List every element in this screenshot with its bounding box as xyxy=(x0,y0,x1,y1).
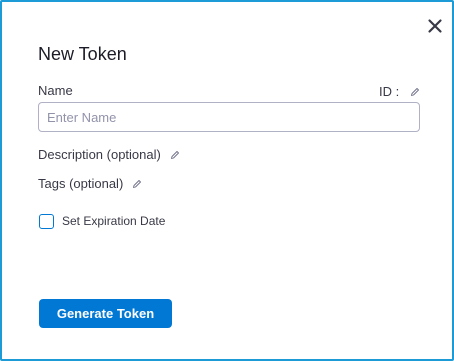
description-row: Description (optional) xyxy=(38,147,180,163)
description-label: Description (optional) xyxy=(38,147,161,162)
name-input[interactable] xyxy=(38,102,420,132)
edit-tags-pencil-icon[interactable] xyxy=(132,179,142,189)
tags-row: Tags (optional) xyxy=(38,176,142,192)
tags-label: Tags (optional) xyxy=(38,176,124,191)
expiration-label: Set Expiration Date xyxy=(62,214,166,228)
id-label: ID : xyxy=(379,84,400,99)
generate-token-button[interactable]: Generate Token xyxy=(39,299,172,328)
close-icon xyxy=(428,19,442,33)
new-token-dialog: New Token Name ID : Description (optiona… xyxy=(0,0,454,361)
dialog-title: New Token xyxy=(38,44,127,64)
name-label: Name xyxy=(38,83,73,98)
edit-description-pencil-icon[interactable] xyxy=(170,150,180,160)
expiration-checkbox[interactable] xyxy=(39,214,54,229)
set-expiration-option[interactable]: Set Expiration Date xyxy=(39,214,165,229)
edit-id-pencil-icon[interactable] xyxy=(410,87,420,97)
id-field: ID : xyxy=(379,84,420,100)
close-button[interactable] xyxy=(425,16,445,36)
